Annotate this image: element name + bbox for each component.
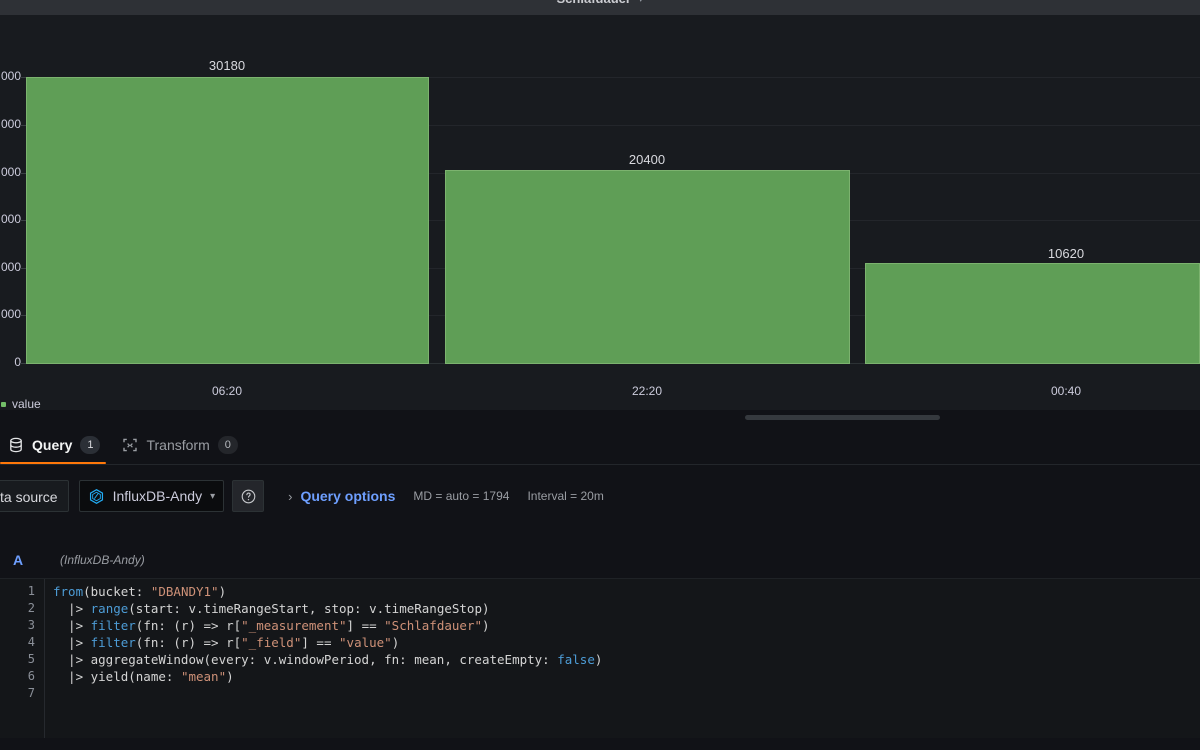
code-line: from(bucket: "DBANDY1") — [53, 584, 227, 599]
line-number: 6 — [27, 669, 35, 683]
panel-title-text: Schlafdauer — [557, 0, 631, 6]
data-source-name: InfluxDB-Andy — [112, 488, 203, 504]
panel-title[interactable]: Schlafdauer ▾ — [0, 0, 1200, 6]
query-data-source-name: (InfluxDB-Andy) — [60, 553, 145, 567]
legend-item-value[interactable]: value — [0, 397, 41, 411]
line-number: 7 — [27, 686, 35, 700]
query-options-toggle[interactable]: Query options — [300, 488, 395, 504]
interval-info: Interval = 20m — [527, 489, 604, 503]
bar-value-label-2: 10620 — [1047, 246, 1085, 261]
x-axis-tick-label-2: 00:40 — [1050, 384, 1082, 398]
flux-code-editor[interactable]: 1 2 3 4 5 6 7 from(bucket: "DBANDY1") |>… — [0, 578, 1200, 738]
query-options-chevron-icon[interactable]: › — [282, 489, 298, 504]
code-line: |> yield(name: "mean") — [53, 669, 234, 684]
x-axis-tick-label-1: 22:20 — [631, 384, 663, 398]
legend-item-label: value — [12, 397, 41, 411]
tab-transform[interactable]: Transform 0 — [114, 425, 251, 464]
tab-query-label: Query — [32, 436, 73, 453]
code-line: |> filter(fn: (r) => r["_field"] == "val… — [53, 635, 400, 650]
line-number: 2 — [27, 601, 35, 615]
tab-query-badge: 1 — [80, 435, 101, 454]
bar-value-label-0: 30180 — [208, 58, 246, 73]
y-axis-tick-label: 000 — [0, 307, 21, 321]
y-axis-tick-label: 000 — [0, 117, 21, 131]
horizontal-scrollbar[interactable] — [745, 415, 940, 420]
influxdb-icon — [89, 488, 103, 504]
line-number: 3 — [27, 618, 35, 632]
line-number: 1 — [27, 584, 35, 598]
query-toolbar: ta source InfluxDB-Andy ▾ › Query option… — [0, 466, 1200, 526]
panel-visualization: 0 000 000 000 000 000 000 30180 20400 10… — [0, 15, 1200, 411]
query-ref-id[interactable]: A — [13, 552, 35, 568]
chevron-down-icon[interactable]: ▾ — [210, 491, 215, 502]
y-axis-tick-label: 0 — [14, 355, 21, 369]
code-line: |> aggregateWindow(every: v.windowPeriod… — [53, 652, 603, 667]
tab-transform-badge: 0 — [217, 435, 238, 454]
panel-header[interactable]: Schlafdauer ▾ — [0, 0, 1200, 15]
y-axis-tick-label: 000 — [0, 165, 21, 179]
bar-2[interactable] — [865, 263, 1200, 364]
data-source-picker[interactable]: InfluxDB-Andy ▾ — [78, 480, 225, 512]
data-source-help-button[interactable] — [232, 480, 265, 512]
code-line: |> range(start: v.timeRangeStart, stop: … — [53, 601, 490, 616]
legend-color-swatch — [1, 401, 6, 407]
tab-query[interactable]: Query 1 — [0, 425, 114, 464]
code-line-numbers: 1 2 3 4 5 6 7 — [0, 579, 44, 738]
chevron-down-icon[interactable]: ▾ — [638, 0, 644, 5]
query-row-a: A (InfluxDB-Andy) 1 2 3 4 5 6 7 from(buc… — [0, 530, 1200, 750]
bar-1[interactable] — [445, 170, 850, 364]
line-number: 4 — [27, 635, 35, 649]
help-circle-icon — [241, 489, 255, 503]
panel-resize-strip[interactable] — [0, 410, 1200, 425]
bar-chart[interactable]: 0 000 000 000 000 000 000 30180 20400 10… — [0, 30, 1200, 398]
bar-value-label-1: 20400 — [628, 152, 666, 167]
data-source-label: ta source — [0, 480, 69, 512]
bar-0[interactable] — [26, 77, 429, 364]
editor-tabs: Query 1 Transform 0 — [0, 425, 1200, 465]
query-row-header: A (InfluxDB-Andy) — [0, 546, 1200, 574]
line-number: 5 — [27, 652, 35, 666]
transform-icon — [123, 438, 138, 451]
y-axis-tick-label: 000 — [0, 212, 21, 226]
max-data-points-info: MD = auto = 1794 — [413, 489, 510, 503]
tab-transform-label: Transform — [146, 436, 210, 453]
database-icon — [10, 437, 22, 452]
code-line: |> filter(fn: (r) => r["_measurement"] =… — [53, 618, 490, 633]
x-axis-tick-label-0: 06:20 — [211, 384, 243, 398]
code-content[interactable]: from(bucket: "DBANDY1") |> range(start: … — [44, 579, 1200, 738]
y-axis-tick-label: 000 — [0, 69, 21, 83]
y-axis-tick-label: 000 — [0, 260, 21, 274]
